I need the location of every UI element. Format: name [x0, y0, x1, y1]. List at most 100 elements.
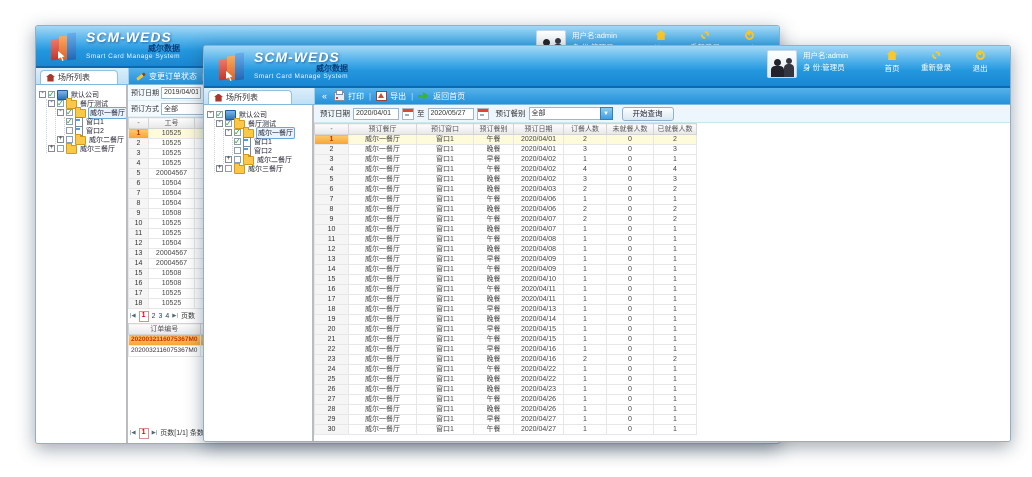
date-to-input[interactable] — [428, 108, 474, 120]
table-row[interactable]: 4威尔一餐厅窗口1午餐2020/04/02404 — [315, 165, 697, 175]
places-list-tab[interactable]: 场所列表 — [40, 70, 118, 84]
cell: 威尔一餐厅 — [349, 165, 417, 175]
collapse-icon[interactable]: - — [216, 120, 223, 127]
checkbox[interactable] — [225, 120, 232, 127]
calendar-icon[interactable] — [477, 108, 489, 120]
chevron-down-icon[interactable]: ▼ — [600, 107, 613, 120]
table-row[interactable]: 28威尔一餐厅窗口1晚餐2020/04/26101 — [315, 405, 697, 415]
table-row[interactable]: 15威尔一餐厅窗口1晚餐2020/04/10101 — [315, 275, 697, 285]
nav-relogin-button[interactable]: 重新登录 — [914, 50, 958, 74]
front-window: SCM-WEDS 威尔数据 Smart Card Manage System 用… — [203, 45, 1011, 442]
table-row[interactable]: 17威尔一餐厅窗口1晚餐2020/04/11101 — [315, 295, 697, 305]
cell: 威尔一餐厅 — [349, 295, 417, 305]
table-row[interactable]: 7威尔一餐厅窗口1午餐2020/04/06101 — [315, 195, 697, 205]
checkbox[interactable] — [66, 118, 73, 125]
checkbox[interactable] — [66, 127, 73, 134]
change-order-status-button[interactable]: 变更订单状态 — [136, 71, 197, 82]
start-query-button[interactable]: 开始查询 — [622, 107, 674, 121]
pager-bottom-last-button[interactable]: ▶| — [152, 430, 158, 436]
checkbox[interactable] — [234, 156, 241, 163]
tree-node[interactable]: + 威尔三餐厅 — [48, 144, 123, 153]
table-row[interactable]: 23威尔一餐厅窗口1晚餐2020/04/16202 — [315, 355, 697, 365]
collapse-icon[interactable]: - — [207, 111, 214, 118]
checkbox[interactable] — [66, 109, 73, 116]
table-row[interactable]: 9威尔一餐厅窗口1午餐2020/04/07202 — [315, 215, 697, 225]
cell: 2020/04/15 — [514, 325, 564, 335]
pager-page-2[interactable]: 2 — [152, 313, 156, 320]
cell: 20004567 — [149, 169, 195, 179]
pager-first-button[interactable]: |◀ — [130, 313, 136, 319]
cell: 0 — [607, 365, 654, 375]
cell: 窗口1 — [417, 275, 474, 285]
checkbox[interactable] — [57, 100, 64, 107]
cell: 窗口1 — [417, 265, 474, 275]
checkbox[interactable] — [234, 138, 241, 145]
collapse-icon[interactable]: - — [39, 91, 46, 98]
back-home-button[interactable]: 返回首页 — [418, 91, 465, 102]
date-from-input[interactable] — [353, 108, 399, 120]
table-row[interactable]: 2威尔一餐厅窗口1晚餐2020/04/01303 — [315, 145, 697, 155]
tree-node-label[interactable]: 威尔三餐厅 — [247, 164, 284, 174]
table-row[interactable]: 25威尔一餐厅窗口1晚餐2020/04/22101 — [315, 375, 697, 385]
table-row[interactable]: 14威尔一餐厅窗口1午餐2020/04/09101 — [315, 265, 697, 275]
nav-logout-button[interactable]: 退出 — [958, 50, 1002, 74]
table-row[interactable]: 29威尔一餐厅窗口1早餐2020/04/27101 — [315, 415, 697, 425]
export-button[interactable]: 导出 — [376, 91, 406, 102]
checkbox[interactable] — [66, 136, 73, 143]
pager-last-button[interactable]: ▶| — [172, 313, 178, 319]
cell: 1 — [564, 295, 607, 305]
table-row[interactable]: 30威尔一餐厅窗口1午餐2020/04/27101 — [315, 425, 697, 435]
table-row[interactable]: 11威尔一餐厅窗口1午餐2020/04/08101 — [315, 235, 697, 245]
checkbox[interactable] — [234, 129, 241, 136]
table-row[interactable]: 5威尔一餐厅窗口1晚餐2020/04/02303 — [315, 175, 697, 185]
cell: 2 — [315, 145, 349, 155]
collapse-icon[interactable]: - — [225, 129, 232, 136]
table-row[interactable]: 26威尔一餐厅窗口1晚餐2020/04/23101 — [315, 385, 697, 395]
table-row[interactable]: 20威尔一餐厅窗口1早餐2020/04/15101 — [315, 325, 697, 335]
cell: 9 — [129, 209, 149, 219]
table-row[interactable]: 13威尔一餐厅窗口1早餐2020/04/09101 — [315, 255, 697, 265]
table-row[interactable]: 27威尔一餐厅窗口1午餐2020/04/26101 — [315, 395, 697, 405]
checkbox[interactable] — [48, 91, 55, 98]
expand-icon[interactable]: + — [216, 165, 223, 172]
checkbox[interactable] — [216, 111, 223, 118]
pager-page-3[interactable]: 3 — [158, 313, 162, 320]
table-row[interactable]: 3威尔一餐厅窗口1早餐2020/04/02101 — [315, 155, 697, 165]
collapse-icon[interactable]: - — [48, 100, 55, 107]
checkbox[interactable] — [57, 145, 64, 152]
expand-icon[interactable]: + — [225, 156, 232, 163]
cell: 威尔一餐厅 — [349, 325, 417, 335]
table-row[interactable]: 12威尔一餐厅窗口1晚餐2020/04/08101 — [315, 245, 697, 255]
table-row[interactable]: 18威尔一餐厅窗口1早餐2020/04/13101 — [315, 305, 697, 315]
pager-page-4[interactable]: 4 — [165, 313, 169, 320]
table-row[interactable]: 6威尔一餐厅窗口1晚餐2020/04/03202 — [315, 185, 697, 195]
collapse-icon[interactable]: - — [57, 109, 64, 116]
expand-icon[interactable]: + — [57, 136, 64, 143]
checkbox[interactable] — [234, 147, 241, 154]
calendar-icon[interactable] — [402, 108, 414, 120]
table-row[interactable]: 21威尔一餐厅窗口1午餐2020/04/15101 — [315, 335, 697, 345]
date-input[interactable] — [161, 87, 201, 99]
table-row[interactable]: 16威尔一餐厅窗口1午餐2020/04/11101 — [315, 285, 697, 295]
places-list-tab[interactable]: 场所列表 — [208, 90, 292, 104]
table-row[interactable]: 24威尔一餐厅窗口1午餐2020/04/22101 — [315, 365, 697, 375]
table-row[interactable]: 8威尔一餐厅窗口1晚餐2020/04/06202 — [315, 205, 697, 215]
mode-input[interactable] — [161, 103, 207, 115]
pager-bottom-first-button[interactable]: |◀ — [130, 430, 136, 436]
tree-node-label[interactable]: 威尔三餐厅 — [79, 144, 116, 154]
cell: 10508 — [149, 209, 195, 219]
pager-bottom-page[interactable]: 1 — [139, 428, 149, 439]
table-row[interactable]: 22威尔一餐厅窗口1早餐2020/04/16101 — [315, 345, 697, 355]
table-row[interactable]: 1威尔一餐厅窗口1午餐2020/04/01202 — [315, 135, 697, 145]
collapse-sidebar-button[interactable]: « — [322, 91, 327, 101]
pager-page-1[interactable]: 1 — [139, 311, 149, 322]
nav-home-button[interactable]: 首页 — [870, 50, 914, 74]
table-row[interactable]: 10威尔一餐厅窗口1晚餐2020/04/07101 — [315, 225, 697, 235]
checkbox[interactable] — [225, 165, 232, 172]
folder-icon — [75, 136, 86, 145]
tree-node[interactable]: + 威尔三餐厅 — [216, 164, 309, 173]
print-button[interactable]: 打印 — [334, 91, 364, 102]
table-row[interactable]: 19威尔一餐厅窗口1晚餐2020/04/14101 — [315, 315, 697, 325]
expand-icon[interactable]: + — [48, 145, 55, 152]
meal-type-select[interactable]: 全部 ▼ — [529, 107, 613, 120]
